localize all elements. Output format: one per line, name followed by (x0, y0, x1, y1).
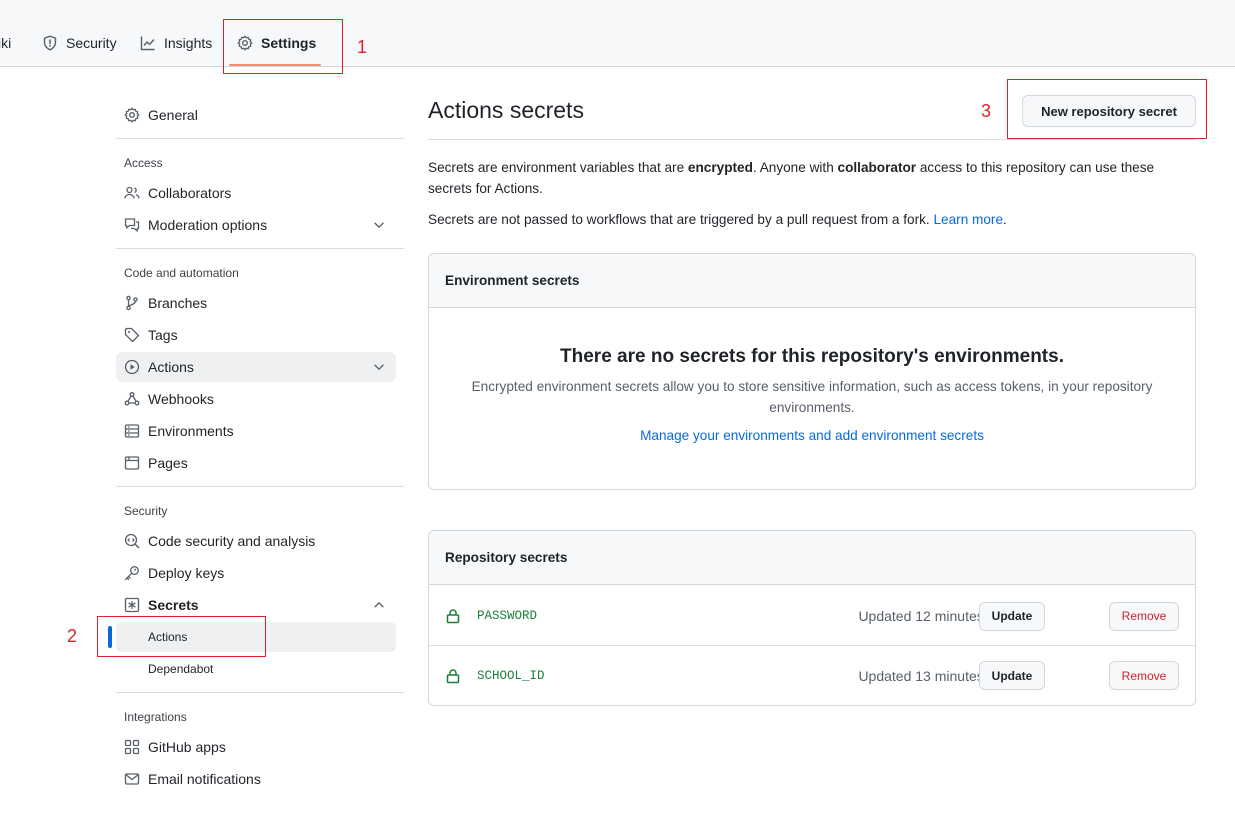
tab-label: Security (66, 35, 117, 51)
sidebar-item-deploy-keys[interactable]: Deploy keys (116, 558, 396, 588)
manage-environments-link[interactable]: Manage your environments and add environ… (640, 428, 984, 443)
sidebar-item-label: Email notifications (148, 771, 261, 787)
browser-icon (124, 456, 140, 470)
repository-secrets-box: Repository secrets PASSWORD Updated 12 m… (428, 530, 1196, 706)
sidebar-item-webhooks[interactable]: Webhooks (116, 384, 396, 414)
sidebar-divider (116, 248, 404, 249)
desc-text: . Anyone with (752, 160, 838, 175)
sidebar-subitem-secrets-dependabot[interactable]: Dependabot (116, 654, 396, 684)
tab-label: iki (0, 35, 12, 51)
sidebar-item-label: Code security and analysis (148, 533, 316, 549)
desc-text: Secrets are environment variables that a… (428, 160, 688, 175)
sidebar-item-moderation-options[interactable]: Moderation options (116, 210, 396, 240)
sidebar-heading-integrations: Integrations (124, 710, 187, 724)
fork-note: Secrets are not passed to workflows that… (428, 209, 1007, 230)
desc-text: Secrets are not passed to workflows that… (428, 212, 934, 227)
sidebar-item-label: Secrets (148, 597, 199, 613)
sidebar-item-branches[interactable]: Branches (116, 288, 396, 318)
environment-secrets-header: Environment secrets (429, 254, 1195, 308)
sidebar-item-general[interactable]: General (116, 100, 396, 130)
page-title: Actions secrets (428, 97, 584, 123)
annotation-number-1: 1 (357, 37, 368, 57)
sidebar-heading-access: Access (124, 156, 163, 170)
sidebar-item-email-notifications[interactable]: Email notifications (116, 764, 396, 794)
server-icon (124, 424, 140, 438)
mail-icon (124, 773, 140, 785)
apps-icon (124, 739, 140, 755)
sidebar-item-environments[interactable]: Environments (116, 416, 396, 446)
codescan-icon (124, 533, 140, 549)
annotation-number-2: 2 (67, 626, 78, 646)
play-icon (124, 359, 140, 375)
annotation-box-3 (1007, 79, 1207, 139)
sidebar-item-label: GitHub apps (148, 739, 226, 755)
chevron-down-icon[interactable] (372, 218, 386, 232)
shield-icon (43, 35, 57, 51)
sidebar-heading-code-automation: Code and automation (124, 266, 239, 280)
desc-emphasis: encrypted (687, 160, 753, 175)
secret-row: PASSWORD Updated 12 minutes ago Update R… (429, 586, 1195, 646)
sidebar-heading-security: Security (124, 504, 168, 518)
asterisk-box-icon (124, 597, 140, 613)
repository-secrets-header: Repository secrets (429, 531, 1195, 585)
title-divider (428, 139, 1195, 140)
sidebar-item-github-apps[interactable]: GitHub apps (116, 732, 396, 762)
sidebar-divider (116, 692, 404, 693)
secret-name: PASSWORD (477, 609, 538, 623)
sidebar-item-label: Deploy keys (148, 565, 225, 581)
sidebar-item-code-security[interactable]: Code security and analysis (116, 526, 396, 556)
sidebar-item-label: Branches (148, 295, 208, 311)
sidebar-item-label: Moderation options (148, 217, 268, 233)
sidebar-item-label: Tags (148, 327, 178, 343)
chevron-down-icon[interactable] (372, 360, 386, 374)
tab-label: Insights (164, 35, 213, 51)
sidebar-item-label: Environments (148, 423, 234, 439)
webhook-icon (124, 392, 140, 406)
sidebar-item-collaborators[interactable]: Collaborators (116, 178, 396, 208)
tag-icon (124, 327, 140, 343)
sidebar-item-label: Actions (148, 359, 194, 375)
sidebar-item-pages[interactable]: Pages (116, 448, 396, 478)
empty-state-text: Encrypted environment secrets allow you … (471, 379, 1153, 415)
sidebar-divider (116, 486, 404, 487)
desc-emphasis: collaborator (837, 160, 917, 175)
tab-wiki[interactable]: iki (0, 30, 11, 56)
secret-row: SCHOOL_ID Updated 13 minutes ago Update … (429, 645, 1195, 705)
sidebar-item-label: Pages (148, 455, 188, 471)
gear-icon (124, 107, 140, 123)
secret-name: SCHOOL_ID (477, 668, 545, 683)
sidebar-divider (116, 138, 404, 139)
tab-insights[interactable]: Insights (140, 30, 212, 56)
sidebar-item-label: Dependabot (148, 662, 214, 676)
comment-discussion-icon (124, 218, 140, 232)
empty-state-link-row: Manage your environments and add environ… (429, 428, 1195, 443)
graph-icon (140, 36, 155, 51)
remove-secret-button[interactable]: Remove (1109, 661, 1179, 690)
annotation-box-2 (97, 616, 266, 657)
chevron-up-icon[interactable] (372, 598, 386, 612)
git-branch-icon (126, 295, 138, 311)
sidebar-item-label: Collaborators (148, 185, 232, 201)
lock-icon (446, 668, 460, 683)
people-icon (124, 186, 140, 199)
empty-state-title: There are no secrets for this repository… (560, 346, 1064, 367)
remove-secret-button[interactable]: Remove (1109, 601, 1179, 631)
update-secret-button[interactable]: Update (979, 661, 1045, 690)
desc-text: . (1003, 212, 1007, 227)
secrets-description: Secrets are environment variables that a… (428, 157, 1188, 199)
repo-nav: iki Security Insights Settings (0, 0, 1235, 67)
tab-security[interactable]: Security (42, 30, 117, 56)
annotation-number-3: 3 (981, 101, 992, 121)
update-secret-button[interactable]: Update (979, 601, 1045, 631)
annotation-box-1 (223, 19, 343, 74)
learn-more-link[interactable]: Learn more (933, 212, 1003, 227)
sidebar-item-label: Webhooks (148, 391, 214, 407)
sidebar-item-tags[interactable]: Tags (116, 320, 396, 350)
environment-secrets-box: Environment secrets There are no secrets… (428, 253, 1196, 490)
lock-icon (446, 609, 460, 624)
sidebar-item-label: General (148, 107, 198, 123)
sidebar-item-actions[interactable]: Actions (116, 352, 396, 382)
key-icon (124, 566, 139, 581)
